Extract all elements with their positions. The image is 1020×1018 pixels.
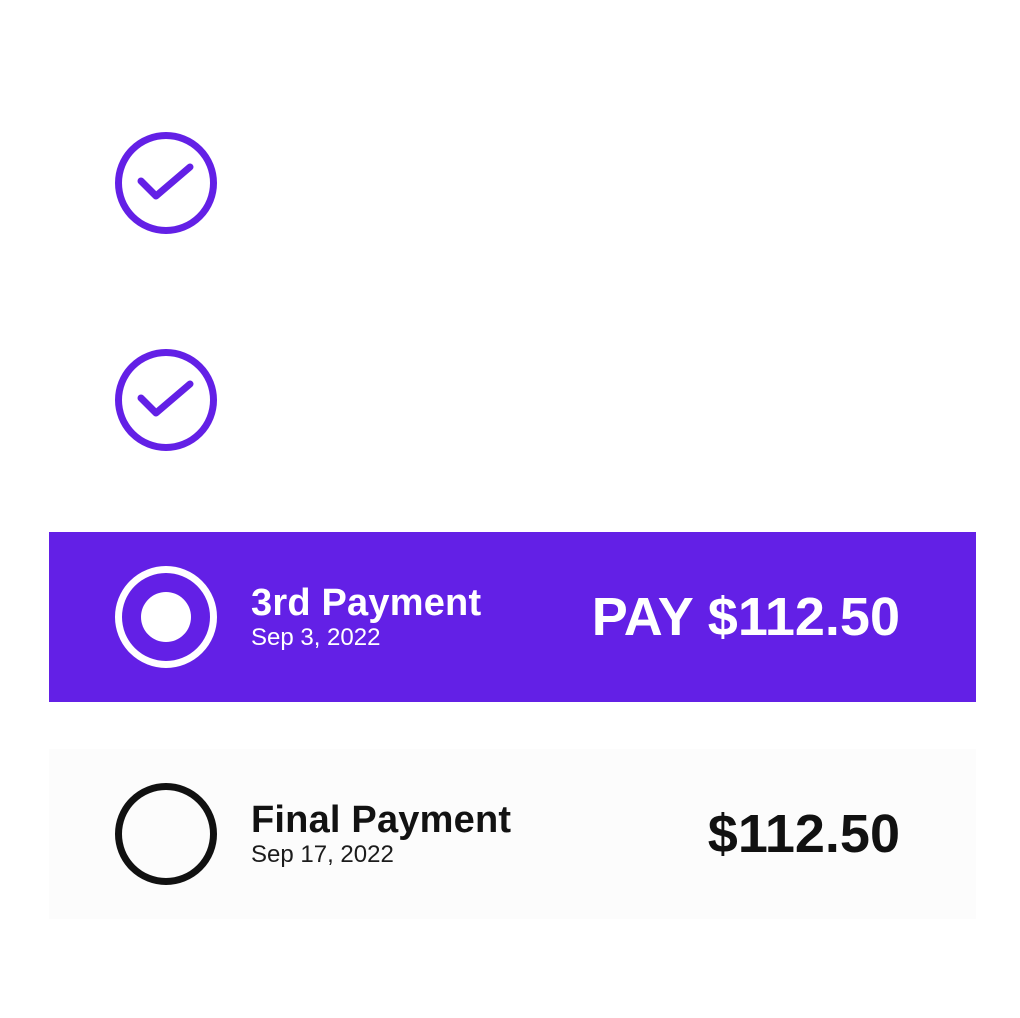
payment-row-4[interactable]: Final Payment Sep 17, 2022 $112.50 [49, 749, 976, 919]
payment-row-2 [49, 315, 976, 485]
payment-title: Final Payment [251, 799, 512, 841]
radio-empty-icon[interactable] [114, 782, 218, 886]
payment-date: Sep 3, 2022 [251, 624, 381, 651]
pay-button[interactable]: PAY $112.50 [592, 587, 900, 647]
payment-info: 3rd Payment Sep 3, 2022 [251, 582, 481, 652]
payment-row-1 [49, 98, 976, 268]
payment-title: 3rd Payment [251, 582, 482, 624]
payment-row-3[interactable]: 3rd Payment Sep 3, 2022 PAY $112.50 [49, 532, 976, 702]
payment-info: Final Payment Sep 17, 2022 [251, 799, 511, 869]
radio-selected-icon[interactable] [114, 565, 218, 669]
payment-date: Sep 17, 2022 [251, 841, 394, 868]
payment-amount: $112.50 [707, 804, 900, 864]
check-circle-icon [114, 131, 218, 235]
check-circle-icon [114, 348, 218, 452]
